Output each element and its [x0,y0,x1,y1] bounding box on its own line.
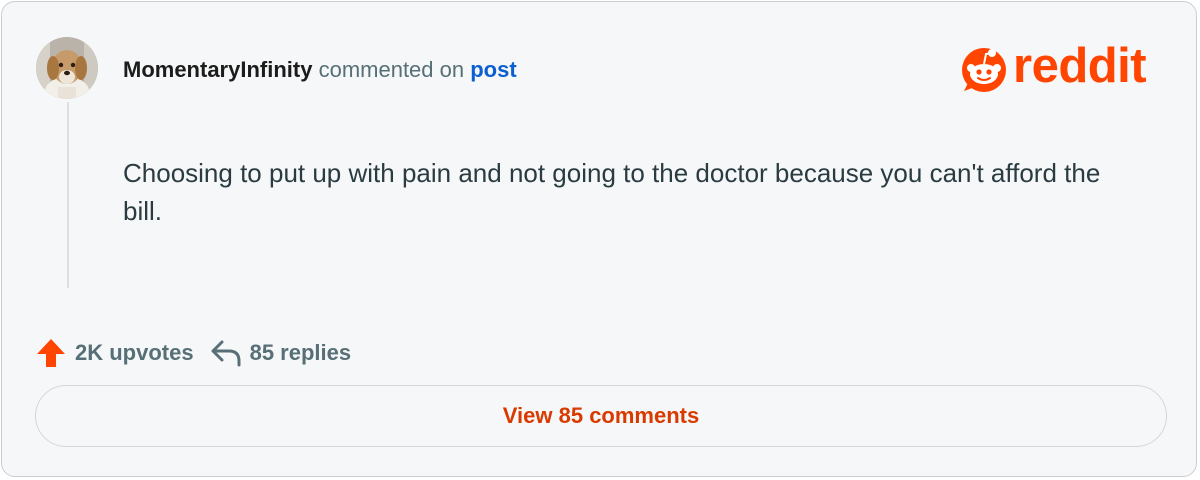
reddit-wordmark: reddit [1013,39,1147,93]
upvote-stat[interactable]: 2K upvotes [35,337,194,369]
avatar[interactable] [36,37,98,99]
reddit-snoo-icon [962,48,1006,92]
dog-avatar-icon [36,37,98,99]
reply-arrow-icon [210,338,242,368]
upvotes-label: 2K upvotes [75,340,194,365]
username[interactable]: MomentaryInfinity [123,57,312,82]
post-link[interactable]: post [470,57,516,82]
comment-body: Choosing to put up with pain and not goi… [123,158,1101,226]
comment-card: MomentaryInfinity commented on post redd… [1,1,1197,477]
upvote-arrow-icon [35,337,67,369]
thread-line [67,102,69,288]
comment-stats: 2K upvotes 85 replies [35,336,351,370]
action-text: commented on [312,57,471,82]
reply-stat[interactable]: 85 replies [194,338,352,368]
comment-meta: MomentaryInfinity commented on post [123,56,517,84]
view-comments-button[interactable]: View 85 comments [35,385,1167,447]
replies-label: 85 replies [249,340,352,365]
reddit-logo[interactable]: reddit [959,39,1169,96]
